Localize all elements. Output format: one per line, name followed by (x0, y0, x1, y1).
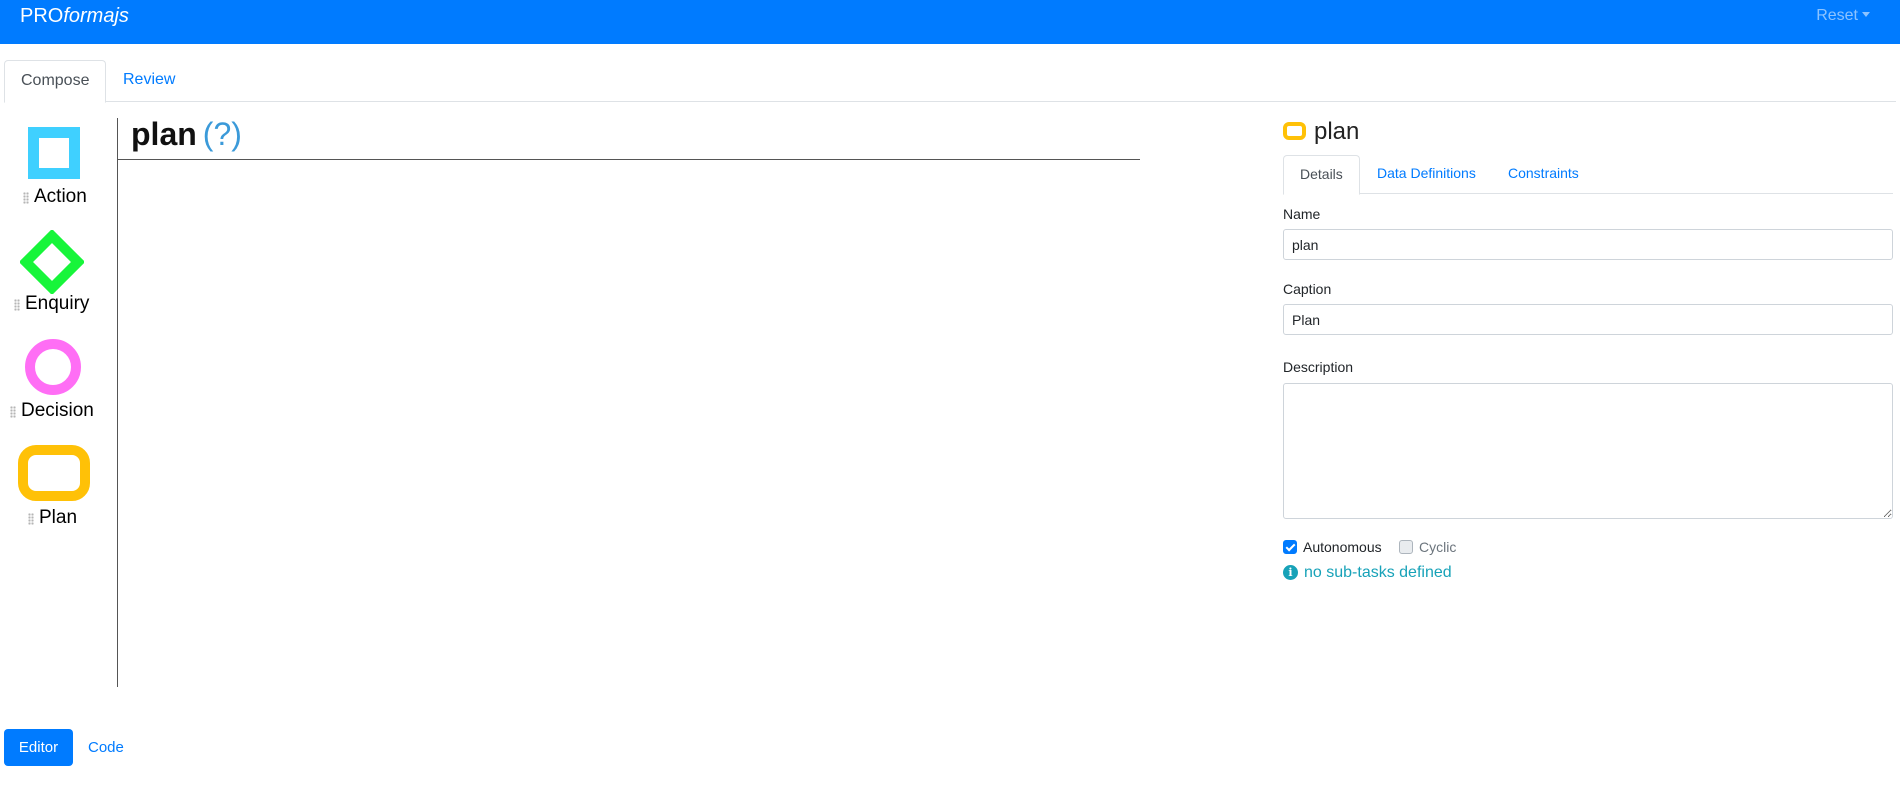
caption-label: Caption (1283, 281, 1332, 297)
canvas-title: plan (?) (131, 114, 242, 154)
decision-circle-icon (25, 339, 81, 395)
enquiry-diamond-icon (20, 230, 84, 294)
chevron-down-icon (1862, 12, 1870, 17)
brand-italic: formajs (63, 5, 129, 27)
code-button[interactable]: Code (88, 729, 124, 766)
caption-input[interactable] (1283, 304, 1893, 335)
plan-rounded-rect-icon (18, 445, 90, 501)
help-link[interactable]: (?) (203, 116, 242, 152)
drag-handle-icon (14, 299, 20, 311)
palette-item-decision[interactable]: Decision (8, 338, 103, 426)
brand-logo[interactable]: PROformajs (20, 3, 129, 29)
plan-rounded-rect-icon (1283, 122, 1306, 140)
reset-dropdown[interactable]: Reset (1816, 6, 1870, 26)
canvas-divider (117, 118, 118, 687)
palette-label-action: Action (34, 186, 87, 207)
tab-compose[interactable]: Compose (4, 60, 106, 103)
autonomous-checkbox-row[interactable]: Autonomous (1283, 538, 1382, 556)
properties-title: plan (1314, 118, 1360, 145)
autonomous-label: Autonomous (1303, 539, 1382, 555)
subtasks-info-text: no sub-tasks defined (1304, 564, 1452, 581)
drag-handle-icon (23, 192, 29, 204)
palette-label-enquiry: Enquiry (25, 293, 90, 314)
autonomous-checkbox[interactable] (1283, 540, 1297, 554)
reset-label: Reset (1816, 7, 1858, 24)
palette-item-action[interactable]: Action (20, 126, 100, 212)
description-label: Description (1283, 359, 1354, 375)
canvas-title-underline (117, 159, 1140, 160)
palette-item-enquiry[interactable]: Enquiry (12, 229, 102, 319)
drag-handle-icon (10, 406, 16, 418)
tab-data-definitions[interactable]: Data Definitions (1361, 155, 1492, 194)
palette-label-plan: Plan (39, 507, 78, 528)
editor-button[interactable]: Editor (4, 729, 73, 766)
name-input[interactable] (1283, 229, 1893, 260)
tab-details[interactable]: Details (1283, 155, 1360, 195)
subtasks-info: i no sub-tasks defined (1283, 563, 1452, 583)
drag-handle-icon (28, 513, 34, 525)
palette-label-decision: Decision (21, 400, 94, 421)
canvas-task-name: plan (131, 116, 197, 152)
palette-item-plan[interactable]: Plan (18, 445, 98, 533)
cyclic-checkbox[interactable] (1399, 540, 1413, 554)
properties-tabs: Details Data Definitions Constraints (1283, 155, 1893, 195)
cyclic-label: Cyclic (1419, 539, 1457, 555)
brand-prefix: PRO (20, 5, 64, 27)
description-textarea[interactable] (1283, 383, 1893, 519)
navbar: PROformajs Reset (0, 0, 1900, 44)
cyclic-checkbox-row[interactable]: Cyclic (1399, 538, 1456, 556)
name-label: Name (1283, 206, 1321, 222)
tab-constraints[interactable]: Constraints (1492, 155, 1595, 194)
properties-header: plan (1283, 116, 1359, 148)
action-square-icon (28, 127, 80, 179)
top-tabs: Compose Review (4, 60, 1896, 103)
info-icon: i (1283, 565, 1298, 580)
tab-review[interactable]: Review (107, 60, 191, 102)
